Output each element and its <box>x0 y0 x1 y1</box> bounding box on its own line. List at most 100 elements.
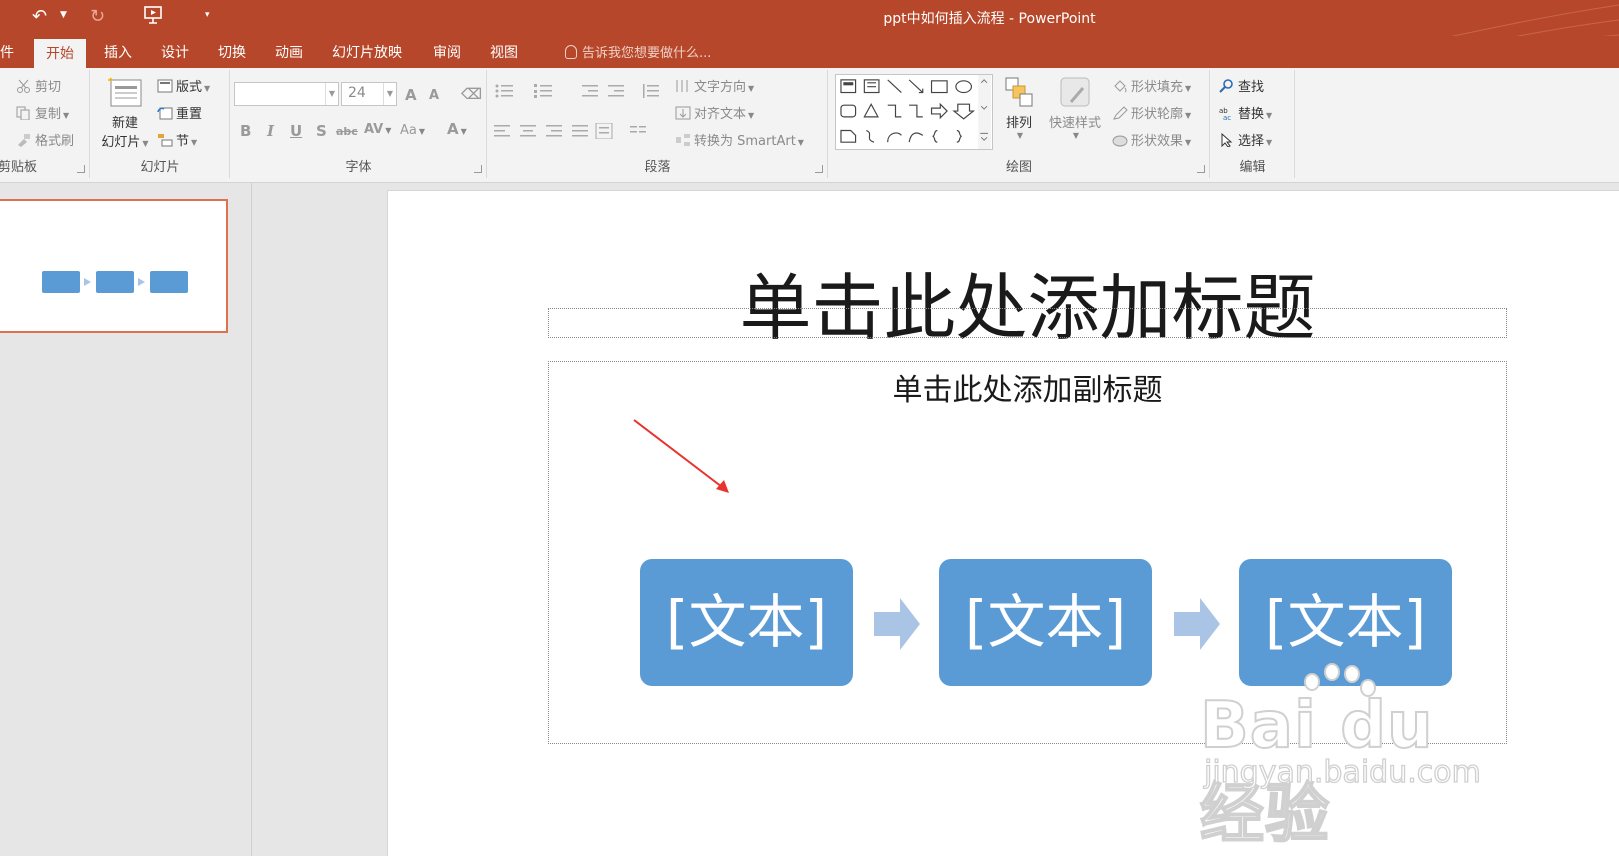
smartart-icon <box>675 133 691 147</box>
character-spacing-button[interactable]: AV ▼ <box>364 122 391 137</box>
italic-button[interactable]: I <box>267 122 274 140</box>
paint-bucket-icon <box>1112 79 1128 93</box>
slide-subtitle-text: 单击此处添加副标题 <box>892 373 1163 408</box>
font-size-combobox[interactable]: 24 ▼ <box>341 82 397 106</box>
ribbon: 剪切 复制 ▼ 格式刷 剪贴板 新建 幻灯片 ▼ 版式 ▼ 重置 节 ▼ 幻灯片 ▼ 2… <box>0 68 1619 183</box>
cut-button[interactable]: 剪切 <box>16 76 61 95</box>
font-group-label: 字体 <box>345 160 372 175</box>
ribbon-tabs: 件 开始 插入 设计 切换 动画 幻灯片放映 审阅 视图 告诉我您想要做什么..… <box>0 36 1619 68</box>
reset-button[interactable]: 重置 <box>157 103 202 122</box>
tab-design[interactable]: 设计 <box>161 42 189 62</box>
layout-icon <box>157 79 173 93</box>
convert-smartart-button[interactable]: 转换为 SmartArt ▼ <box>675 130 804 149</box>
pencil-icon <box>1112 106 1128 120</box>
arrange-button[interactable]: 排列 ▼ <box>999 76 1039 140</box>
tab-insert[interactable]: 插入 <box>104 42 132 62</box>
layout-button[interactable]: 版式 ▼ <box>157 76 210 95</box>
find-button[interactable]: 查找 <box>1219 76 1264 95</box>
copy-icon <box>16 106 32 121</box>
copy-button[interactable]: 复制 ▼ <box>16 103 69 122</box>
shrink-font-button[interactable]: A <box>429 88 439 103</box>
title-placeholder[interactable] <box>548 308 1507 338</box>
tell-me-search[interactable]: 告诉我您想要做什么... <box>565 42 711 61</box>
tab-file[interactable]: 件 <box>0 42 14 62</box>
clipboard-group: 剪切 复制 ▼ 格式刷 剪贴板 <box>0 70 90 178</box>
align-text-icon <box>675 106 691 120</box>
paragraph-group-label: 段落 <box>644 160 671 175</box>
shape-effects-button[interactable]: 形状效果 ▼ <box>1112 130 1191 149</box>
reset-icon <box>157 106 173 120</box>
quick-styles-icon <box>1060 77 1090 107</box>
quick-styles-button[interactable]: 快速样式 ▼ <box>1045 76 1105 140</box>
drawing-launcher-icon[interactable] <box>1197 165 1205 173</box>
cursor-icon <box>1219 132 1235 148</box>
arrange-icon <box>1005 77 1033 107</box>
shape-effects-icon <box>1112 133 1128 147</box>
chevron-down-icon: ▼ <box>383 83 396 105</box>
thumbnail-process-box <box>150 271 188 293</box>
shape-outline-button[interactable]: 形状轮廓 ▼ <box>1112 103 1191 122</box>
svg-text:ac: ac <box>1223 114 1231 120</box>
replace-icon: ab ac <box>1219 106 1235 122</box>
paragraph-launcher-icon[interactable] <box>815 165 823 173</box>
tab-animations[interactable]: 动画 <box>275 42 303 62</box>
clipboard-group-label: 剪贴板 <box>0 160 38 175</box>
tell-me-label: 告诉我您想要做什么... <box>582 46 712 61</box>
section-button[interactable]: 节 ▼ <box>157 130 197 149</box>
strikethrough-button[interactable]: abc <box>336 125 358 138</box>
thumbnail-process-box <box>42 271 80 293</box>
process-arrow-2 <box>1174 598 1220 650</box>
text-direction-button[interactable]: 文字方向 ▼ <box>675 76 754 95</box>
shape-fill-button[interactable]: 形状填充 ▼ <box>1112 76 1191 95</box>
replace-button[interactable]: ab ac 替换 ▼ <box>1219 103 1272 122</box>
alignment-icons <box>494 123 646 139</box>
slides-group-label: 幻灯片 <box>140 160 180 175</box>
tab-slideshow[interactable]: 幻灯片放映 <box>332 42 402 62</box>
process-step-2[interactable]: [文本] <box>939 559 1152 686</box>
text-shadow-button[interactable]: S <box>316 122 327 140</box>
section-icon <box>157 133 173 147</box>
new-slide-button[interactable]: 新建 幻灯片 ▼ <box>97 76 153 150</box>
tab-transitions[interactable]: 切换 <box>218 42 246 62</box>
lightbulb-icon <box>565 45 577 59</box>
editing-group: 查找 ab ac 替换 ▼ 选择 ▼ 编辑 <box>1211 70 1295 178</box>
font-color-button[interactable]: A ▼ <box>447 120 467 138</box>
title-decoration <box>1451 4 1619 36</box>
underline-button[interactable]: U <box>290 122 302 140</box>
change-case-button[interactable]: Aa ▼ <box>400 123 425 138</box>
title-bar: ↶ ▼ ↻ ▾ ppt中如何插入流程 - PowerPoint <box>0 0 1619 36</box>
thumbnail-process-arrow <box>138 278 145 286</box>
scissors-icon <box>16 79 32 93</box>
editing-group-label: 编辑 <box>1239 160 1266 175</box>
slides-group: 新建 幻灯片 ▼ 版式 ▼ 重置 节 ▼ 幻灯片 <box>91 70 230 178</box>
tab-home[interactable]: 开始 <box>34 39 86 68</box>
shapes-gallery[interactable] <box>835 74 993 150</box>
paragraph-group: 文字方向 ▼ 对齐文本 ▼ 转换为 SmartArt ▼ 段落 <box>488 70 828 178</box>
paintbrush-icon <box>16 133 32 147</box>
bold-button[interactable]: B <box>240 122 251 140</box>
font-name-combobox[interactable]: ▼ <box>234 82 339 106</box>
process-step-1[interactable]: [文本] <box>640 559 853 686</box>
new-slide-icon <box>108 77 142 107</box>
format-painter-button[interactable]: 格式刷 <box>16 130 74 149</box>
clear-formatting-icon[interactable]: ⌫ <box>461 85 482 103</box>
search-icon <box>1219 79 1235 93</box>
thumbnail-process-arrow <box>84 278 91 286</box>
font-group: ▼ 24 ▼ A A ⌫ B I U S abc AV ▼ Aa ▼ A ▼ 字体 <box>231 70 487 178</box>
font-launcher-icon[interactable] <box>474 165 482 173</box>
tab-view[interactable]: 视图 <box>490 42 518 62</box>
drawing-group-label: 绘图 <box>1005 160 1032 175</box>
grow-font-button[interactable]: A <box>405 86 417 104</box>
baidu-watermark: Bai du 经验 jingyan.baidu.com <box>1199 655 1500 853</box>
tab-review[interactable]: 审阅 <box>433 42 461 62</box>
list-indent-icons <box>495 84 659 98</box>
slide-thumbnail-1[interactable] <box>0 199 228 333</box>
text-direction-icon <box>675 79 691 93</box>
select-button[interactable]: 选择 ▼ <box>1219 130 1272 149</box>
drawing-group: 排列 ▼ 快速样式 ▼ 形状填充 ▼ 形状轮廓 ▼ 形状效果 ▼ 绘图 <box>829 70 1210 178</box>
annotation-arrow-icon <box>633 419 729 493</box>
process-arrow-1 <box>874 598 920 650</box>
slide-thumbnail-pane <box>0 183 252 856</box>
clipboard-launcher-icon[interactable] <box>77 165 85 173</box>
align-text-button[interactable]: 对齐文本 ▼ <box>675 103 754 122</box>
